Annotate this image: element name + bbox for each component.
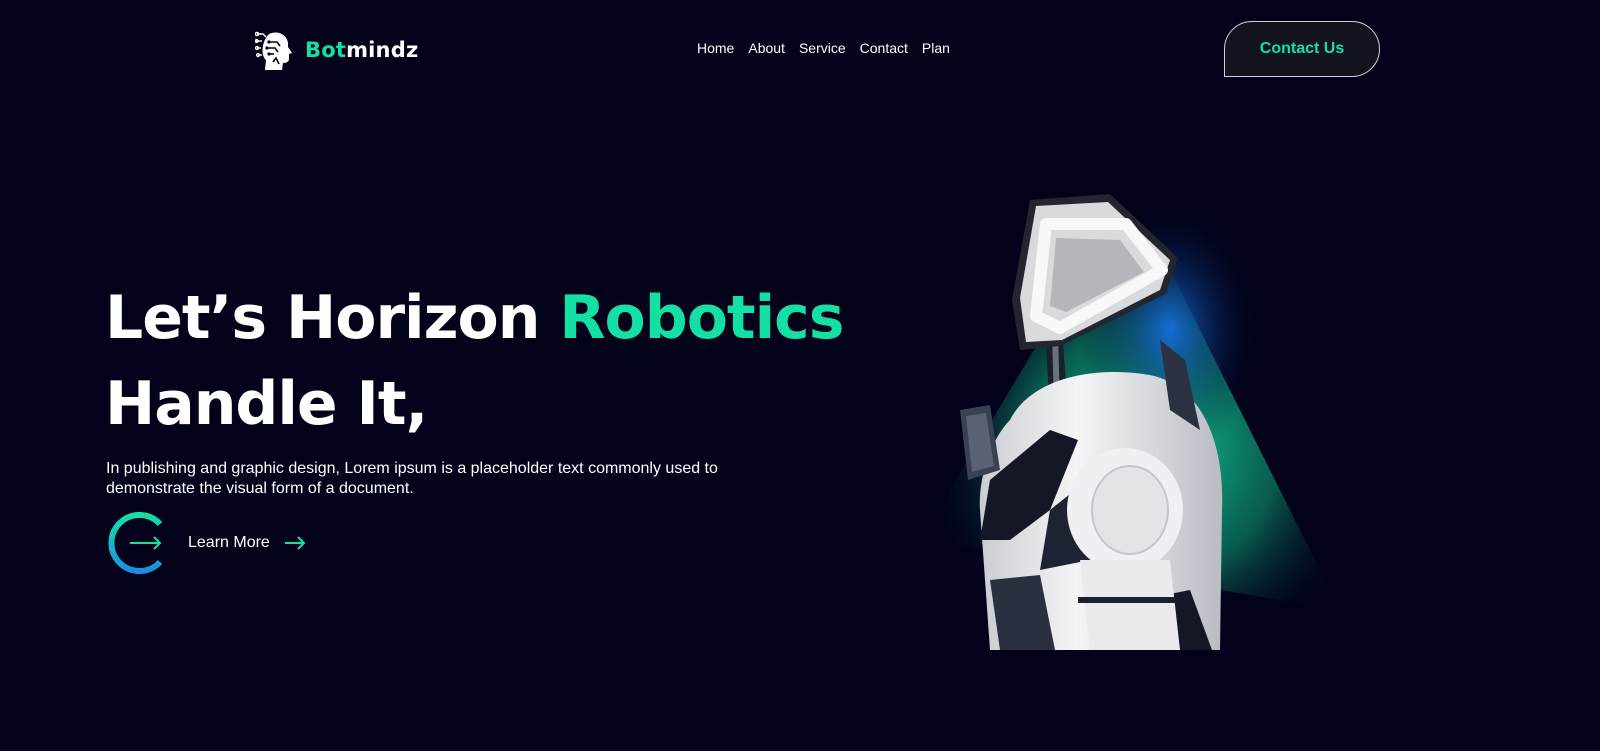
landing-page: Botmindz Home About Service Contact Plan… xyxy=(0,0,1600,751)
hero-title-line1: Let’s Horizon xyxy=(105,283,560,353)
brand-logo[interactable]: Botmindz xyxy=(255,28,418,72)
brand-name: Botmindz xyxy=(305,38,418,62)
hero-title-highlight: Robotics xyxy=(559,283,844,353)
learn-more-button[interactable]: Learn More xyxy=(104,511,306,575)
hero-description: In publishing and graphic design, Lorem … xyxy=(106,460,718,497)
arrow-right-icon xyxy=(284,536,306,550)
robot-head-circuit-icon xyxy=(255,31,292,70)
learn-more-label: Learn More xyxy=(188,534,270,551)
hero-title-line2: Handle It, xyxy=(105,369,428,439)
nav-item-about[interactable]: About xyxy=(748,40,785,56)
hero-title: Let’s Horizon Robotics Handle It, xyxy=(105,275,844,447)
brand-name-accent: Bot xyxy=(305,38,347,62)
brand-name-rest: mindz xyxy=(346,38,419,62)
robot-hero-image xyxy=(920,190,1340,650)
nav-item-home[interactable]: Home xyxy=(697,40,734,56)
main-nav: Home About Service Contact Plan xyxy=(697,40,950,56)
ring-arrow-icon xyxy=(108,512,163,574)
contact-us-button[interactable]: Contact Us xyxy=(1224,21,1380,77)
nav-item-service[interactable]: Service xyxy=(799,40,846,56)
nav-item-contact[interactable]: Contact xyxy=(860,40,908,56)
nav-item-plan[interactable]: Plan xyxy=(922,40,950,56)
